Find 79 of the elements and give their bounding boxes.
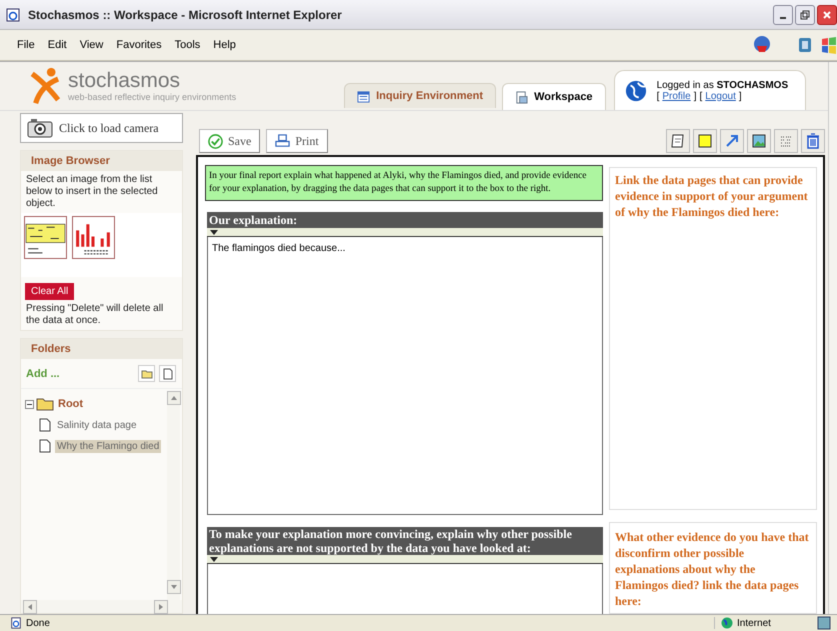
bracket: [: [699, 90, 702, 102]
scroll-right-icon[interactable]: [158, 603, 164, 611]
table-icon[interactable]: [774, 129, 798, 153]
section-heading: To make your explanation more convincing, explain why other possible explanations are not supported by the data you have looked at:: [207, 527, 603, 555]
note-icon[interactable]: [666, 129, 690, 153]
toolbar-button[interactable]: Save: [199, 129, 260, 153]
toolbar-button[interactable]: Print: [266, 129, 328, 153]
logo-text: stochasmos: [68, 70, 182, 92]
tab[interactable]: Inquiry Environment: [344, 83, 496, 108]
minimize-icon: [780, 16, 786, 18]
sticky-note-icon[interactable]: [693, 129, 717, 153]
folder-icon: [140, 368, 152, 378]
menu-item[interactable]: Edit: [48, 39, 67, 51]
text-area[interactable]: The flamingos died because...: [207, 237, 603, 515]
scroll-left-icon[interactable]: [27, 603, 33, 611]
bar-chart-thumbnail[interactable]: [72, 216, 115, 259]
account-link[interactable]: Profile: [662, 90, 691, 102]
menu-item[interactable]: Help: [213, 39, 236, 51]
status-text: Done: [26, 618, 50, 628]
close-icon: [822, 10, 832, 20]
image-icon[interactable]: [747, 129, 771, 153]
book-icon[interactable]: [797, 36, 813, 54]
tree-item[interactable]: Salinity data page: [55, 418, 139, 432]
menu-item[interactable]: View: [80, 39, 104, 51]
bracket: ]: [694, 90, 696, 102]
restore-icon: [800, 10, 810, 20]
tab[interactable]: Workspace: [502, 83, 606, 110]
instruction-text: Select an image from the list below to insert in the selected object.: [25, 173, 159, 211]
page-icon: [162, 368, 172, 380]
page-icon: [39, 418, 51, 432]
new-page-button[interactable]: [159, 365, 176, 382]
note-text: Pressing "Delete" will delete all the data at once.: [25, 302, 164, 328]
restore-button[interactable]: [795, 4, 815, 24]
globe-icon: [721, 617, 733, 629]
menu-item[interactable]: File: [17, 39, 35, 51]
scroll-up-icon[interactable]: [170, 395, 178, 401]
panel-title: Folders: [21, 339, 182, 359]
windows-logo-icon: [821, 36, 837, 54]
globe-icon: [624, 80, 647, 102]
page-icon: [39, 439, 51, 453]
tagline: web-based reflective inquiry environments: [68, 92, 236, 102]
trash-icon[interactable]: [801, 129, 825, 153]
evidence-drop-box[interactable]: What other evidence do you have that disconfirm other possible explanations about why the Flamingos died? link the data pages here:: [609, 522, 817, 614]
collapse-bar[interactable]: [207, 228, 603, 237]
close-button[interactable]: [817, 4, 837, 24]
bracket: [: [656, 90, 660, 102]
folder-icon: [36, 397, 54, 411]
tree-item[interactable]: Root: [56, 397, 86, 411]
login-status: Logged in as STOCHASMOS: [656, 80, 788, 90]
section-heading: Our explanation:: [207, 212, 603, 228]
camera-icon: [27, 118, 53, 138]
browser-icon: [6, 8, 20, 22]
clear-all-button[interactable]: Clear All: [25, 283, 74, 300]
new-folder-button[interactable]: [138, 365, 155, 382]
check-icon: [208, 134, 223, 148]
scrollbar[interactable]: [21, 600, 182, 613]
instruction-box: In your final report explain what happened at Alyki, why the Flamingos died, and provide evidence for your explanation, by dragging the data pages that can support it to the box to the right.: [205, 165, 603, 201]
zone-text: Internet: [737, 618, 771, 628]
menu-item[interactable]: Favorites: [116, 39, 162, 51]
monitor-icon: [817, 616, 831, 630]
menu-item[interactable]: Tools: [174, 39, 200, 51]
collapse-icon[interactable]: [25, 400, 34, 408]
page-icon: [10, 617, 22, 629]
collapse-bar[interactable]: [207, 555, 603, 564]
page-scrollbar[interactable]: [828, 62, 837, 614]
account-link[interactable]: Logout: [705, 90, 736, 102]
table-thumbnail[interactable]: [24, 216, 67, 259]
page-icon: [515, 90, 528, 104]
calendar-icon: [357, 90, 370, 102]
panel-title: Image Browser: [21, 151, 182, 171]
scrollbar[interactable]: [167, 391, 180, 600]
evidence-drop-box[interactable]: Link the data pages that can provide evidence in support of your argument of why the Flamingos died here:: [609, 167, 817, 510]
scroll-down-icon[interactable]: [170, 584, 178, 590]
bracket: ]: [738, 90, 742, 102]
printer-icon: [275, 134, 290, 148]
load-camera-button[interactable]: Click to load camera: [20, 113, 183, 143]
minimize-button[interactable]: [773, 4, 793, 24]
tree-item[interactable]: Why the Flamingo died: [55, 440, 162, 452]
window-title: Stochasmos :: Workspace - Microsoft Internet Explorer: [28, 8, 342, 22]
